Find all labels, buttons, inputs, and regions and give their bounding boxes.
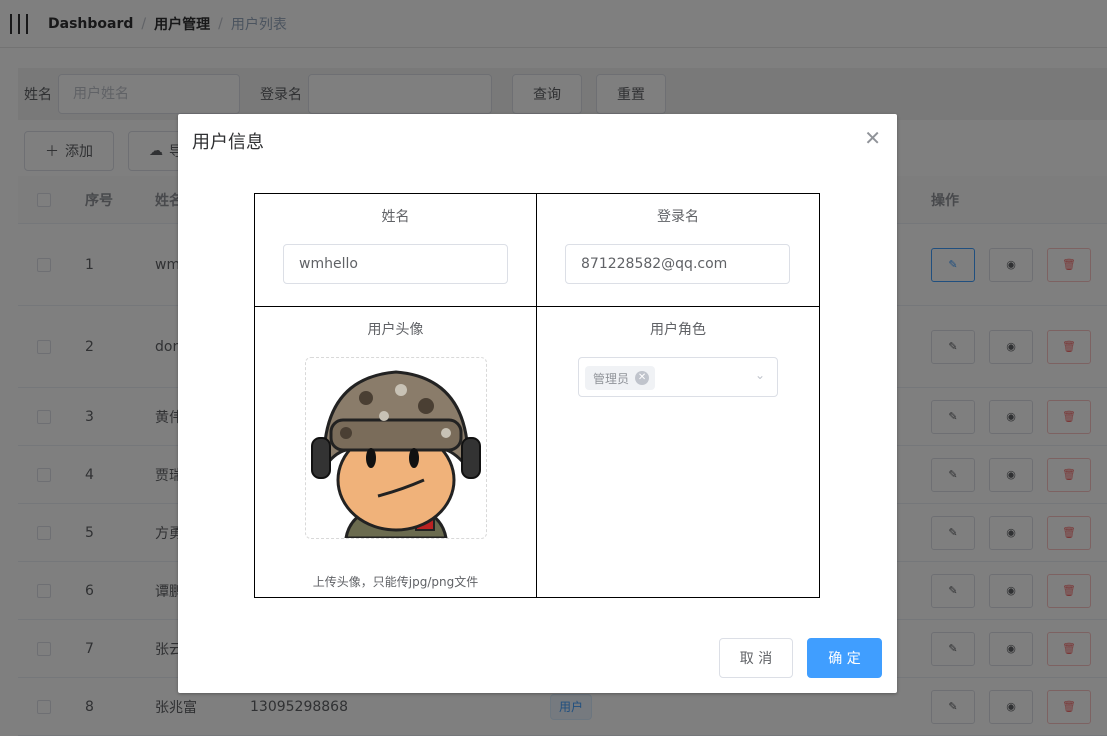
- user-form-grid: 姓名 登录名 用户头像: [254, 193, 820, 598]
- cancel-button[interactable]: 取 消: [719, 638, 793, 678]
- name-cell: 姓名: [255, 194, 537, 307]
- role-select[interactable]: 管理员 ✕ ⌄: [578, 357, 778, 397]
- role-tag-label: 管理员: [593, 371, 630, 386]
- login-label: 登录名: [657, 209, 699, 225]
- chevron-down-icon[interactable]: ⌄: [755, 368, 765, 382]
- name-label: 姓名: [381, 209, 410, 225]
- avatar-cell: 用户头像 上传头像，只能传jpg/png文件: [255, 307, 537, 597]
- login-input[interactable]: [565, 244, 790, 284]
- role-cell: 用户角色 管理员 ✕ ⌄: [537, 307, 819, 597]
- close-icon[interactable]: ✕: [864, 128, 881, 148]
- avatar-upload[interactable]: [305, 357, 487, 539]
- name-input[interactable]: [283, 244, 508, 284]
- role-label: 用户角色: [650, 322, 706, 338]
- avatar-illustration: [311, 370, 481, 538]
- tag-remove-icon[interactable]: ✕: [635, 371, 650, 385]
- upload-tip: 上传头像，只能传jpg/png文件: [312, 575, 479, 589]
- role-tag: 管理员 ✕: [585, 366, 656, 390]
- login-cell: 登录名: [537, 194, 819, 307]
- user-info-dialog: 用户信息 ✕ 姓名 登录名 用户头像: [178, 114, 897, 693]
- confirm-button[interactable]: 确 定: [807, 638, 882, 678]
- dialog-title: 用户信息: [192, 132, 264, 153]
- avatar-label: 用户头像: [367, 322, 424, 338]
